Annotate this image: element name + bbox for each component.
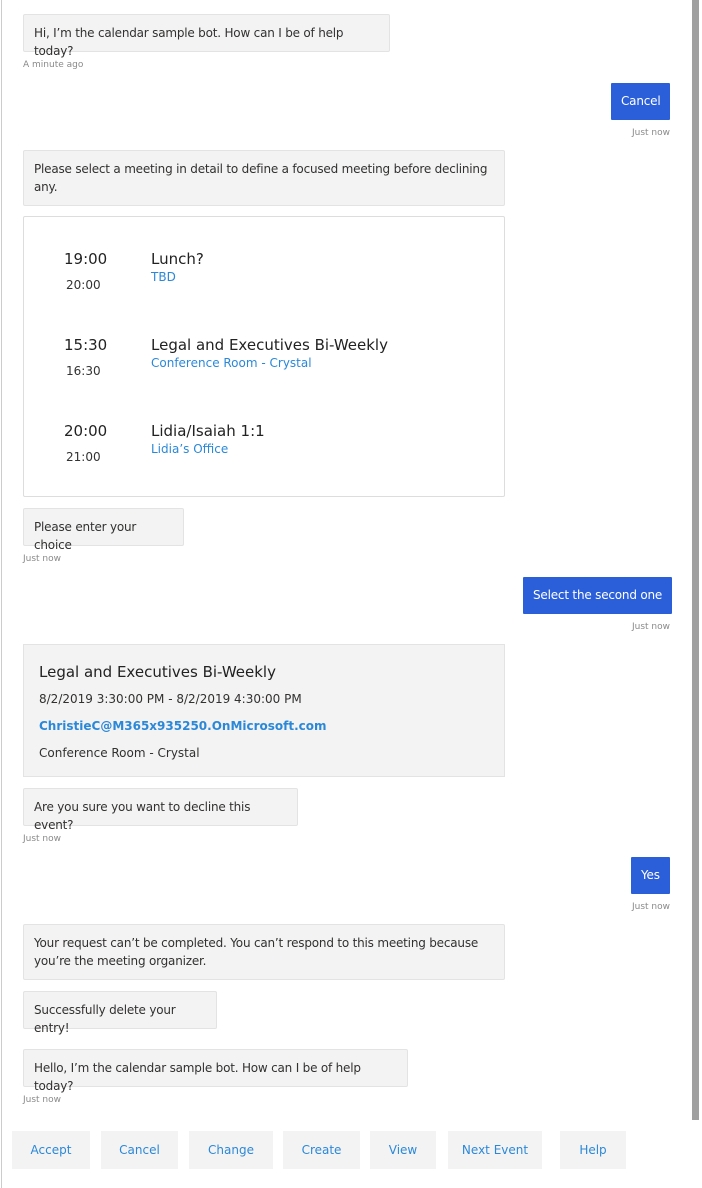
detail-location: Conference Room - Crystal [39, 746, 200, 760]
meeting-title: Lunch? [151, 250, 204, 268]
suggested-action-create[interactable]: Create [283, 1131, 360, 1169]
message-text: Hello, I’m the calendar sample bot. How … [34, 1061, 361, 1093]
meeting-location: TBD [151, 270, 176, 284]
message-text: Please select a meeting in detail to def… [34, 162, 488, 194]
suggested-action-help[interactable]: Help [560, 1131, 626, 1169]
timestamp: Just now [23, 834, 62, 844]
meeting-location: Lidia’s Office [151, 442, 229, 456]
user-message: Cancel [611, 83, 671, 120]
meeting-end: 20:00 [66, 278, 101, 292]
meeting-end: 16:30 [66, 364, 101, 378]
bot-message: Please select a meeting in detail to def… [23, 150, 505, 206]
message-text: Your request can’t be completed. You can… [34, 936, 479, 968]
meeting-start: 19:00 [64, 250, 108, 268]
bot-message: Please enter your choice [23, 508, 184, 552]
suggested-action-next-event[interactable]: Next Event [448, 1131, 542, 1169]
suggested-action-accept[interactable]: Accept [12, 1131, 90, 1169]
timestamp: Just now [631, 128, 670, 138]
detail-organizer-link[interactable]: ChristieC@M365x935250.OnMicrosoft.com [39, 719, 327, 733]
timestamp: A minute ago [23, 60, 84, 70]
bot-message: Are you sure you want to decline this ev… [23, 788, 298, 832]
bot-message: Hi, I’m the calendar sample bot. How can… [23, 14, 390, 58]
meeting-title: Legal and Executives Bi-Weekly [151, 336, 388, 354]
user-message: Yes [631, 857, 670, 894]
meeting-location: Conference Room - Crystal [151, 356, 312, 370]
window-border [1, 0, 2, 1188]
message-text: Successfully delete your entry! [34, 1003, 176, 1035]
user-message: Select the second one [523, 577, 673, 614]
timestamp: Just now [631, 622, 670, 632]
meeting-detail-card: Legal and Executives Bi-Weekly 8/2/2019 … [23, 644, 505, 777]
meeting-start: 15:30 [64, 336, 108, 354]
detail-title: Legal and Executives Bi-Weekly [39, 663, 276, 681]
bot-message: Your request can’t be completed. You can… [23, 924, 505, 980]
message-text: Hi, I’m the calendar sample bot. How can… [34, 26, 344, 58]
meeting-title: Lidia/Isaiah 1:1 [151, 422, 265, 440]
scrollbar-thumb[interactable] [692, 0, 699, 1120]
timestamp: Just now [631, 902, 670, 912]
detail-datetime: 8/2/2019 3:30:00 PM - 8/2/2019 4:30:00 P… [39, 692, 302, 706]
suggested-action-cancel[interactable]: Cancel [101, 1131, 178, 1169]
timestamp: Just now [23, 554, 62, 564]
meeting-end: 21:00 [66, 450, 101, 464]
meeting-list-card: 19:00 20:00 Lunch? TBD 15:30 16:30 Legal… [23, 216, 505, 497]
bot-message: Successfully delete your entry! [23, 991, 217, 1035]
meeting-start: 20:00 [64, 422, 108, 440]
suggested-action-view[interactable]: View [370, 1131, 436, 1169]
suggested-action-change[interactable]: Change [189, 1131, 273, 1169]
message-text: Please enter your choice [34, 520, 137, 552]
bot-message: Hello, I’m the calendar sample bot. How … [23, 1049, 408, 1093]
message-text: Are you sure you want to decline this ev… [34, 800, 251, 832]
timestamp: Just now [23, 1095, 62, 1105]
